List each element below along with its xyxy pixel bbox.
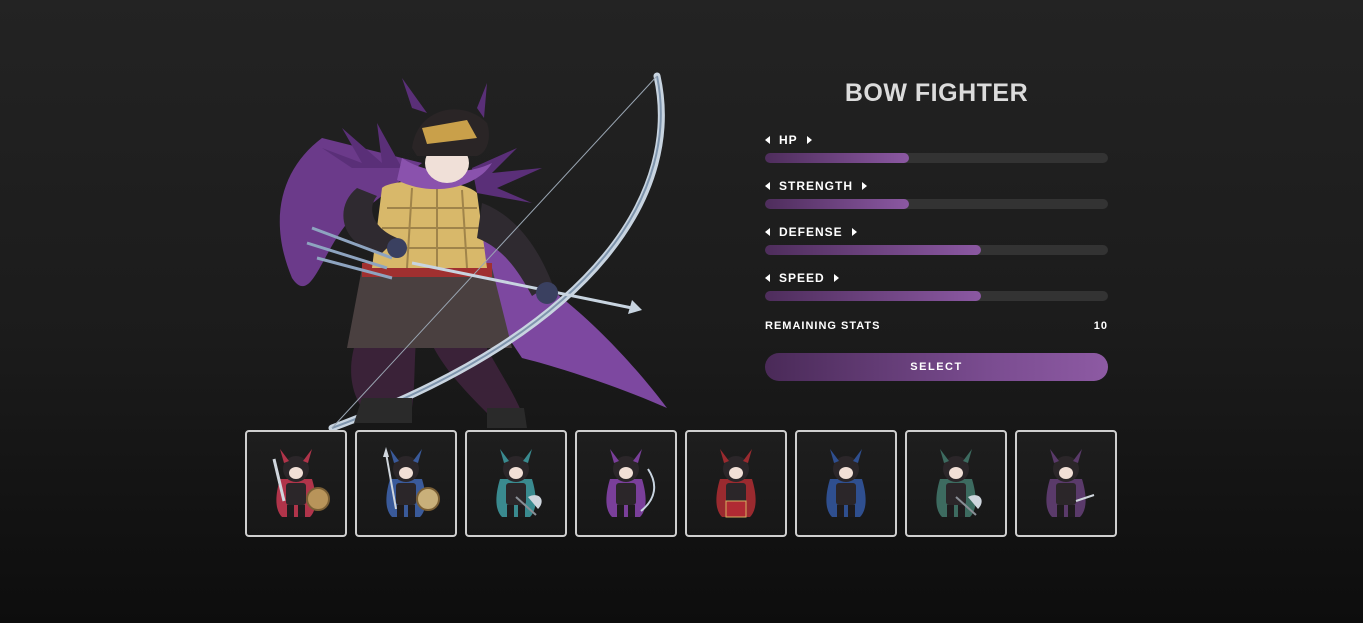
- hp-increase-arrow-icon[interactable]: [806, 136, 812, 144]
- character-card-blue-mage[interactable]: [795, 430, 897, 537]
- character-name: BOW FIGHTER: [844, 79, 1029, 107]
- stat-label: DEFENSE: [779, 225, 843, 239]
- remaining-stats: REMAINING STATS 10: [765, 318, 1108, 334]
- character-card-bow-fighter[interactable]: [575, 430, 677, 537]
- sword-shield-knight-icon: [272, 448, 330, 517]
- axe-knight-icon: [496, 448, 542, 517]
- stat-label: HP: [779, 133, 798, 147]
- character-portrait: [262, 68, 682, 438]
- stat-defense: DEFENSE: [765, 224, 1108, 270]
- stats-panel: BOW FIGHTER HP STRENGTH DEFENSE SPEED RE…: [765, 76, 1108, 381]
- remaining-stats-label: REMAINING STATS: [765, 320, 881, 332]
- strength-decrease-arrow-icon[interactable]: [765, 182, 770, 190]
- character-card-heavy-axe-knight[interactable]: [905, 430, 1007, 537]
- stat-label: STRENGTH: [779, 179, 853, 193]
- defense-decrease-arrow-icon[interactable]: [765, 228, 770, 236]
- stat-speed: SPEED: [765, 270, 1108, 316]
- stat-label: SPEED: [779, 271, 825, 285]
- hp-bar: [765, 153, 1108, 163]
- heavy-axe-knight-icon: [936, 448, 982, 517]
- bow-fighter-illustration: [279, 72, 667, 432]
- select-button[interactable]: SELECT: [765, 353, 1108, 381]
- speed-bar-fill: [765, 291, 982, 301]
- speed-bar: [765, 291, 1108, 301]
- remaining-stats-value: 10: [1093, 320, 1108, 332]
- defense-bar: [765, 245, 1108, 255]
- character-card-axe-knight[interactable]: [465, 430, 567, 537]
- hooded-rogue-icon: [1046, 448, 1095, 517]
- speed-decrease-arrow-icon[interactable]: [765, 274, 770, 282]
- red-mage-icon: [716, 448, 756, 517]
- strength-bar-fill: [765, 199, 910, 209]
- defense-bar-fill: [765, 245, 982, 255]
- bow-fighter-icon: [606, 448, 656, 517]
- character-card-sword-shield-knight[interactable]: [245, 430, 347, 537]
- speed-increase-arrow-icon[interactable]: [833, 274, 839, 282]
- character-card-spear-knight[interactable]: [355, 430, 457, 537]
- strength-increase-arrow-icon[interactable]: [862, 182, 867, 190]
- hp-decrease-arrow-icon[interactable]: [765, 136, 770, 144]
- defense-increase-arrow-icon[interactable]: [851, 228, 857, 236]
- character-card-hooded-rogue[interactable]: [1015, 430, 1117, 537]
- spear-knight-icon: [383, 446, 440, 517]
- stat-hp: HP: [765, 132, 1108, 178]
- character-card-red-mage[interactable]: [685, 430, 787, 537]
- strength-bar: [765, 199, 1108, 209]
- blue-mage-icon: [826, 448, 866, 517]
- character-select-screen: BOW FIGHTER HP STRENGTH DEFENSE SPEED RE…: [0, 0, 1363, 623]
- character-roster: [245, 430, 1117, 537]
- stat-strength: STRENGTH: [765, 178, 1108, 224]
- hp-bar-fill: [765, 153, 910, 163]
